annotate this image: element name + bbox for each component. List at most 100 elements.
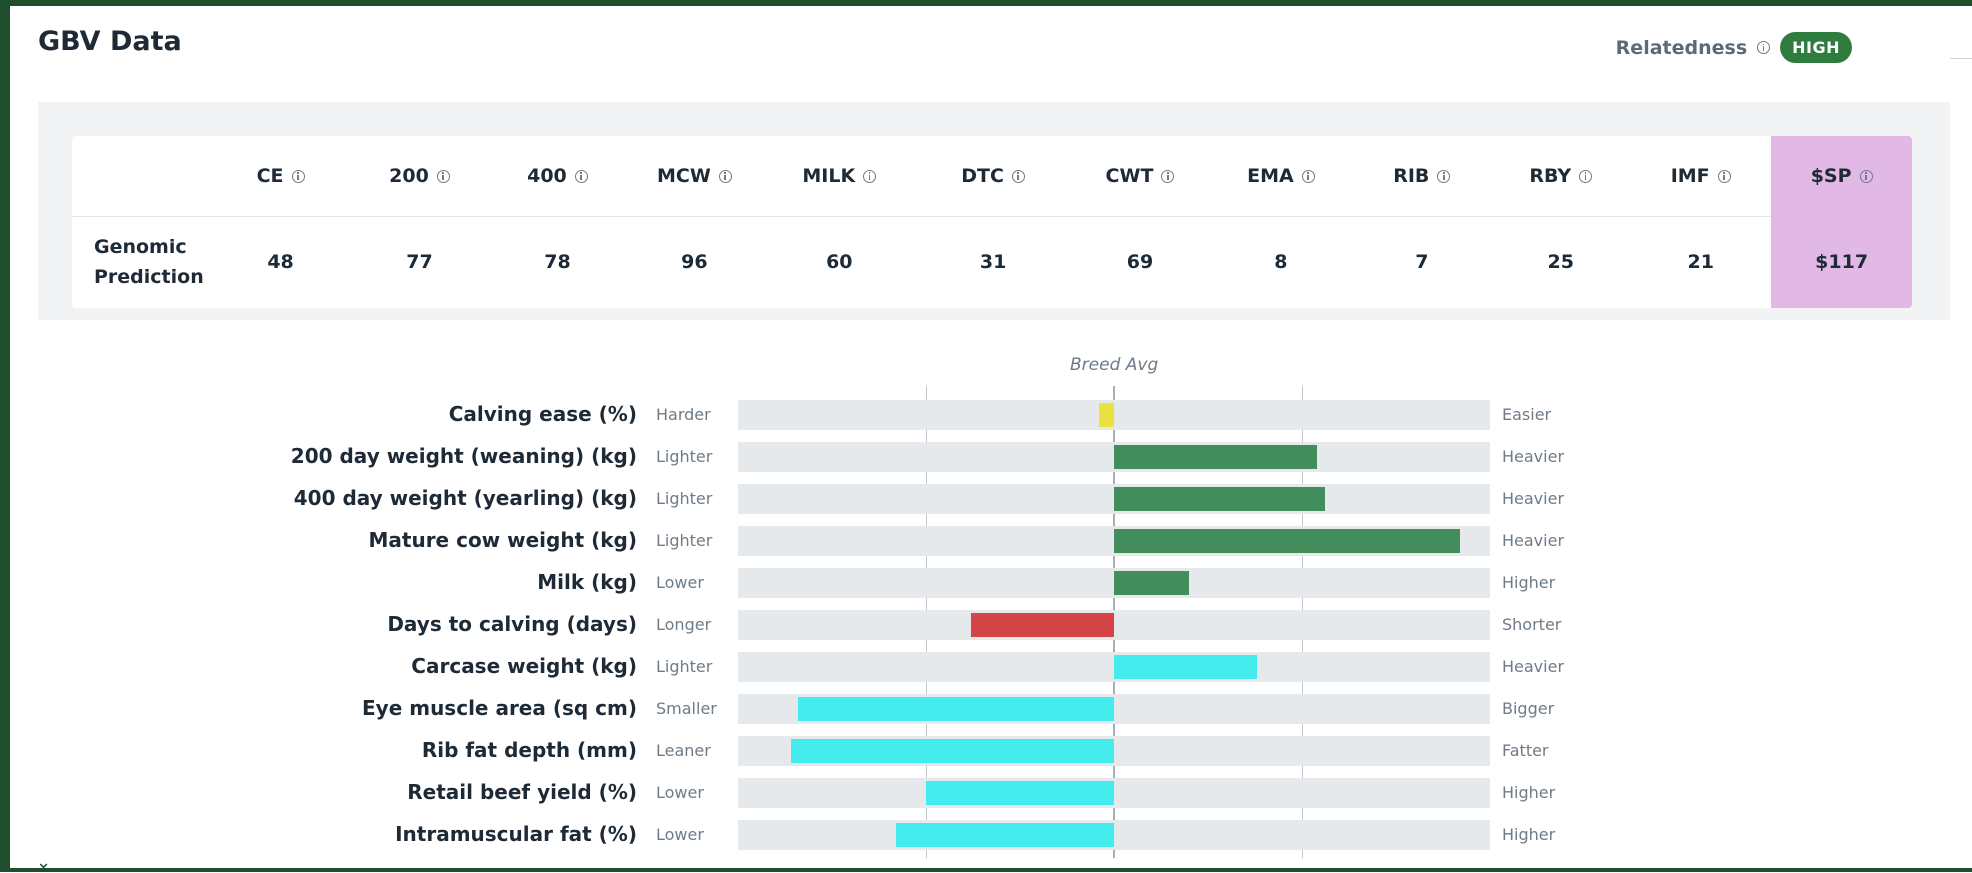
table-cell: 31 [979,251,1007,273]
column-header: CE [211,136,350,216]
high-direction-label: Higher [1502,573,1556,592]
bar-track [738,400,1490,430]
high-direction-label: Shorter [1502,615,1562,634]
low-direction-label: Lighter [656,657,713,676]
low-direction-label: Lower [656,825,704,844]
bar [1114,445,1318,469]
low-direction-label: Smaller [656,699,717,718]
low-direction-label: Lighter [656,489,713,508]
high-direction-label: Higher [1502,825,1556,844]
info-icon[interactable] [1011,169,1025,183]
info-icon[interactable] [1859,169,1873,183]
column-header: IMF [1630,136,1771,216]
info-icon[interactable] [718,169,732,183]
high-direction-label: Heavier [1502,447,1565,466]
info-icon[interactable] [1161,169,1175,183]
table-cell: 78 [544,251,571,273]
table-cell: 7 [1415,251,1429,273]
trait-label: Milk (kg) [537,570,637,594]
column-header-label: MILK [802,165,856,187]
chevron-icon[interactable]: ⌄ [36,852,51,873]
table-cell: 60 [826,251,853,273]
bar [1114,571,1190,595]
bar [1098,403,1114,427]
column-header: RBY [1491,136,1630,216]
table-cell: 8 [1274,251,1288,273]
table-cell: 96 [681,251,708,273]
info-icon[interactable] [1757,41,1771,54]
info-icon[interactable] [436,169,450,183]
column-header-label: CE [256,165,284,187]
low-direction-label: Lower [656,573,704,592]
column-header: DTC [916,136,1071,216]
bar [971,613,1114,637]
trait-label: Days to calving (days) [387,612,637,636]
low-direction-label: Leaner [656,741,711,760]
column-header-label: EMA [1247,165,1294,187]
gbv-table: CE 200 400 MCW MILK DTC CWT EMA RIB RBY IMF $SP Gen… [72,136,1912,308]
trait-label: Calving ease (%) [448,402,637,426]
page-title: GBV Data [38,26,182,57]
table-row: Genomic Prediction 48 77 78 96 60 31 69 8 7 25 21 $… [72,216,1912,308]
table-cell: $117 [1771,216,1912,308]
column-header-label: 400 [527,165,567,187]
high-direction-label: Heavier [1502,489,1565,508]
info-icon[interactable] [291,169,305,183]
bar [1114,655,1257,679]
table-cell: 25 [1547,251,1574,273]
header-spacer [72,136,211,216]
low-direction-label: Lighter [656,531,713,550]
column-header: $SP [1771,136,1912,216]
trait-label: 200 day weight (weaning) (kg) [290,444,637,468]
info-icon[interactable] [574,169,588,183]
bar [895,823,1114,847]
trait-label: 400 day weight (yearling) (kg) [293,486,637,510]
high-direction-label: Easier [1502,405,1552,424]
column-header-label: CWT [1105,165,1154,187]
table-header-row: CE 200 400 MCW MILK DTC CWT EMA RIB RBY IMF $SP [72,136,1912,217]
column-header-label: MCW [656,165,711,187]
table-cell: 69 [1126,251,1154,273]
high-direction-label: Fatter [1502,741,1549,760]
info-icon[interactable] [1437,169,1451,183]
trait-label: Rib fat depth (mm) [421,738,637,762]
column-header: RIB [1352,136,1491,216]
high-direction-label: Bigger [1502,699,1555,718]
trait-label: Intramuscular fat (%) [395,822,637,846]
bar [926,781,1114,805]
column-header: 400 [489,136,626,216]
column-header-label: 200 [389,165,429,187]
bar [790,739,1114,763]
table-cell: 48 [267,251,294,273]
divider [1950,58,1972,59]
bar [798,697,1114,721]
info-icon[interactable] [1301,169,1315,183]
trait-label: Eye muscle area (sq cm) [362,696,637,720]
low-direction-label: Lower [656,783,704,802]
info-icon[interactable] [863,169,877,183]
info-icon[interactable] [1717,169,1731,183]
bar [1114,487,1325,511]
column-header: EMA [1209,136,1352,216]
column-header-label: IMF [1670,165,1710,187]
bar-track [738,778,1490,808]
bar [1114,529,1460,553]
relatedness-indicator: Relatedness HIGH [1616,32,1852,63]
column-header: MCW [626,136,763,216]
gbv-panel: CE 200 400 MCW MILK DTC CWT EMA RIB RBY IMF $SP Gen… [38,102,1950,320]
column-header-label: RIB [1393,165,1430,187]
low-direction-label: Lighter [656,447,713,466]
column-header: MILK [763,136,916,216]
column-header-label: $SP [1810,165,1852,187]
column-header-label: DTC [961,165,1004,187]
column-header-label: RBY [1529,165,1572,187]
table-cell: 21 [1687,251,1714,273]
trait-label: Mature cow weight (kg) [368,528,638,552]
row-label: Genomic Prediction [94,236,204,288]
relatedness-label: Relatedness [1615,36,1748,59]
info-icon[interactable] [1579,169,1593,183]
trait-label: Carcase weight (kg) [411,654,637,678]
low-direction-label: Harder [656,405,711,424]
column-header: CWT [1071,136,1210,216]
trait-label: Retail beef yield (%) [407,780,637,804]
